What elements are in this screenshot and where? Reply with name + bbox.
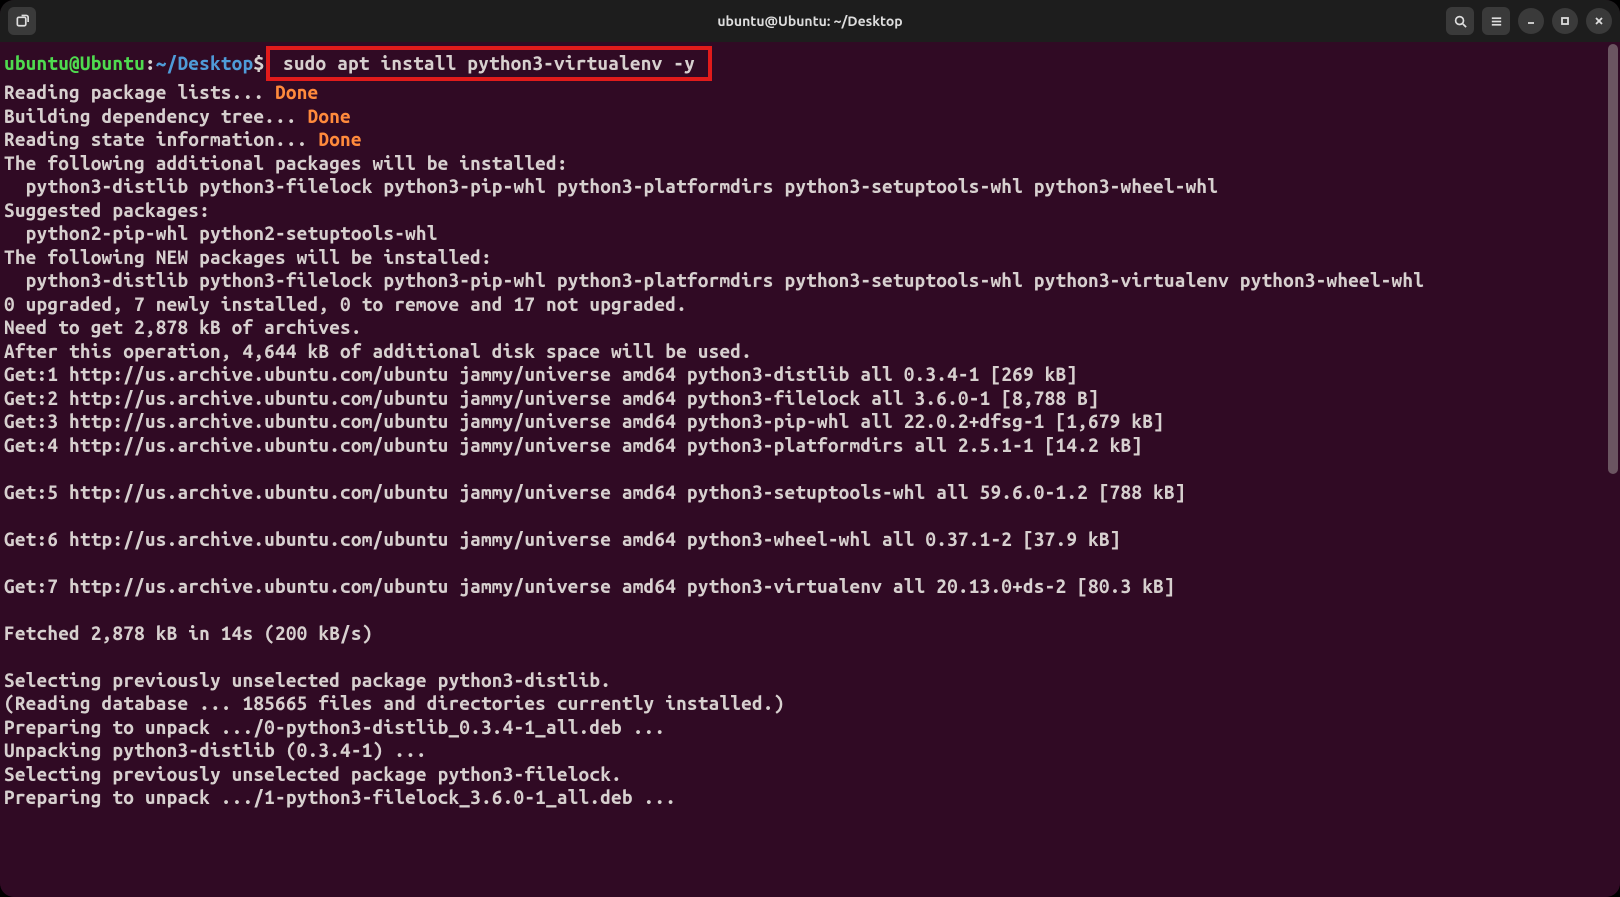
output-line: (Reading database ... 185665 files and d… (4, 692, 784, 714)
output-line: Preparing to unpack .../0-python3-distli… (4, 716, 665, 738)
maximize-button[interactable] (1552, 8, 1578, 34)
menu-button[interactable] (1482, 7, 1510, 35)
output-line: The following NEW packages will be insta… (4, 246, 492, 268)
output-line: python3-distlib python3-filelock python3… (4, 175, 1218, 197)
close-button[interactable] (1586, 8, 1612, 34)
output-line: python2-pip-whl python2-setuptools-whl (4, 222, 438, 244)
maximize-icon (1559, 15, 1571, 27)
minimize-button[interactable] (1518, 8, 1544, 34)
output-line: Reading package lists... (4, 81, 275, 103)
output-line: Get:7 http://us.archive.ubuntu.com/ubunt… (4, 575, 1175, 597)
window-title: ubuntu@Ubuntu: ~/Desktop (0, 13, 1620, 29)
search-icon (1453, 14, 1468, 29)
output-line: Get:2 http://us.archive.ubuntu.com/ubunt… (4, 387, 1099, 409)
close-icon (1593, 15, 1605, 27)
new-tab-button[interactable] (8, 7, 36, 35)
output-line: Need to get 2,878 kB of archives. (4, 316, 362, 338)
titlebar: ubuntu@Ubuntu: ~/Desktop (0, 0, 1620, 42)
status-done: Done (275, 81, 318, 103)
new-tab-icon (15, 14, 30, 29)
prompt-dollar: $ (253, 52, 264, 74)
terminal-content: ubuntu@Ubuntu:~/Desktop$ sudo apt instal… (4, 46, 1616, 810)
entered-command: sudo apt install python3-virtualenv -y (283, 52, 695, 74)
output-line: Reading state information... (4, 128, 318, 150)
status-done: Done (318, 128, 361, 150)
output-line: Get:6 http://us.archive.ubuntu.com/ubunt… (4, 528, 1121, 550)
prompt-colon: : (145, 52, 156, 74)
prompt-user-host: ubuntu@Ubuntu (4, 52, 145, 74)
hamburger-icon (1489, 14, 1504, 29)
prompt-path: ~/Desktop (156, 52, 254, 74)
vertical-scrollbar[interactable] (1608, 44, 1618, 474)
output-line: The following additional packages will b… (4, 152, 568, 174)
command-highlight-box: sudo apt install python3-virtualenv -y (266, 46, 712, 81)
output-line: Fetched 2,878 kB in 14s (200 kB/s) (4, 622, 373, 644)
status-done: Done (308, 105, 351, 127)
output-line: Suggested packages: (4, 199, 210, 221)
output-line: After this operation, 4,644 kB of additi… (4, 340, 752, 362)
prompt-line: ubuntu@Ubuntu:~/Desktop$ sudo apt instal… (4, 46, 1616, 81)
output-line: Get:5 http://us.archive.ubuntu.com/ubunt… (4, 481, 1186, 503)
output-line: Get:3 http://us.archive.ubuntu.com/ubunt… (4, 410, 1164, 432)
output-line: Get:1 http://us.archive.ubuntu.com/ubunt… (4, 363, 1077, 385)
output-line: Unpacking python3-distlib (0.3.4-1) ... (4, 739, 427, 761)
output-line: Building dependency tree... (4, 105, 308, 127)
output-line: python3-distlib python3-filelock python3… (4, 269, 1424, 291)
terminal-body[interactable]: ubuntu@Ubuntu:~/Desktop$ sudo apt instal… (0, 42, 1620, 897)
output-line: Preparing to unpack .../1-python3-filelo… (4, 786, 676, 808)
output-line: Selecting previously unselected package … (4, 763, 622, 785)
output-line: Get:4 http://us.archive.ubuntu.com/ubunt… (4, 434, 1142, 456)
output-line: 0 upgraded, 7 newly installed, 0 to remo… (4, 293, 687, 315)
output-line: Selecting previously unselected package … (4, 669, 611, 691)
search-button[interactable] (1446, 7, 1474, 35)
terminal-window: ubuntu@Ubuntu: ~/Desktop (0, 0, 1620, 897)
minimize-icon (1525, 15, 1537, 27)
